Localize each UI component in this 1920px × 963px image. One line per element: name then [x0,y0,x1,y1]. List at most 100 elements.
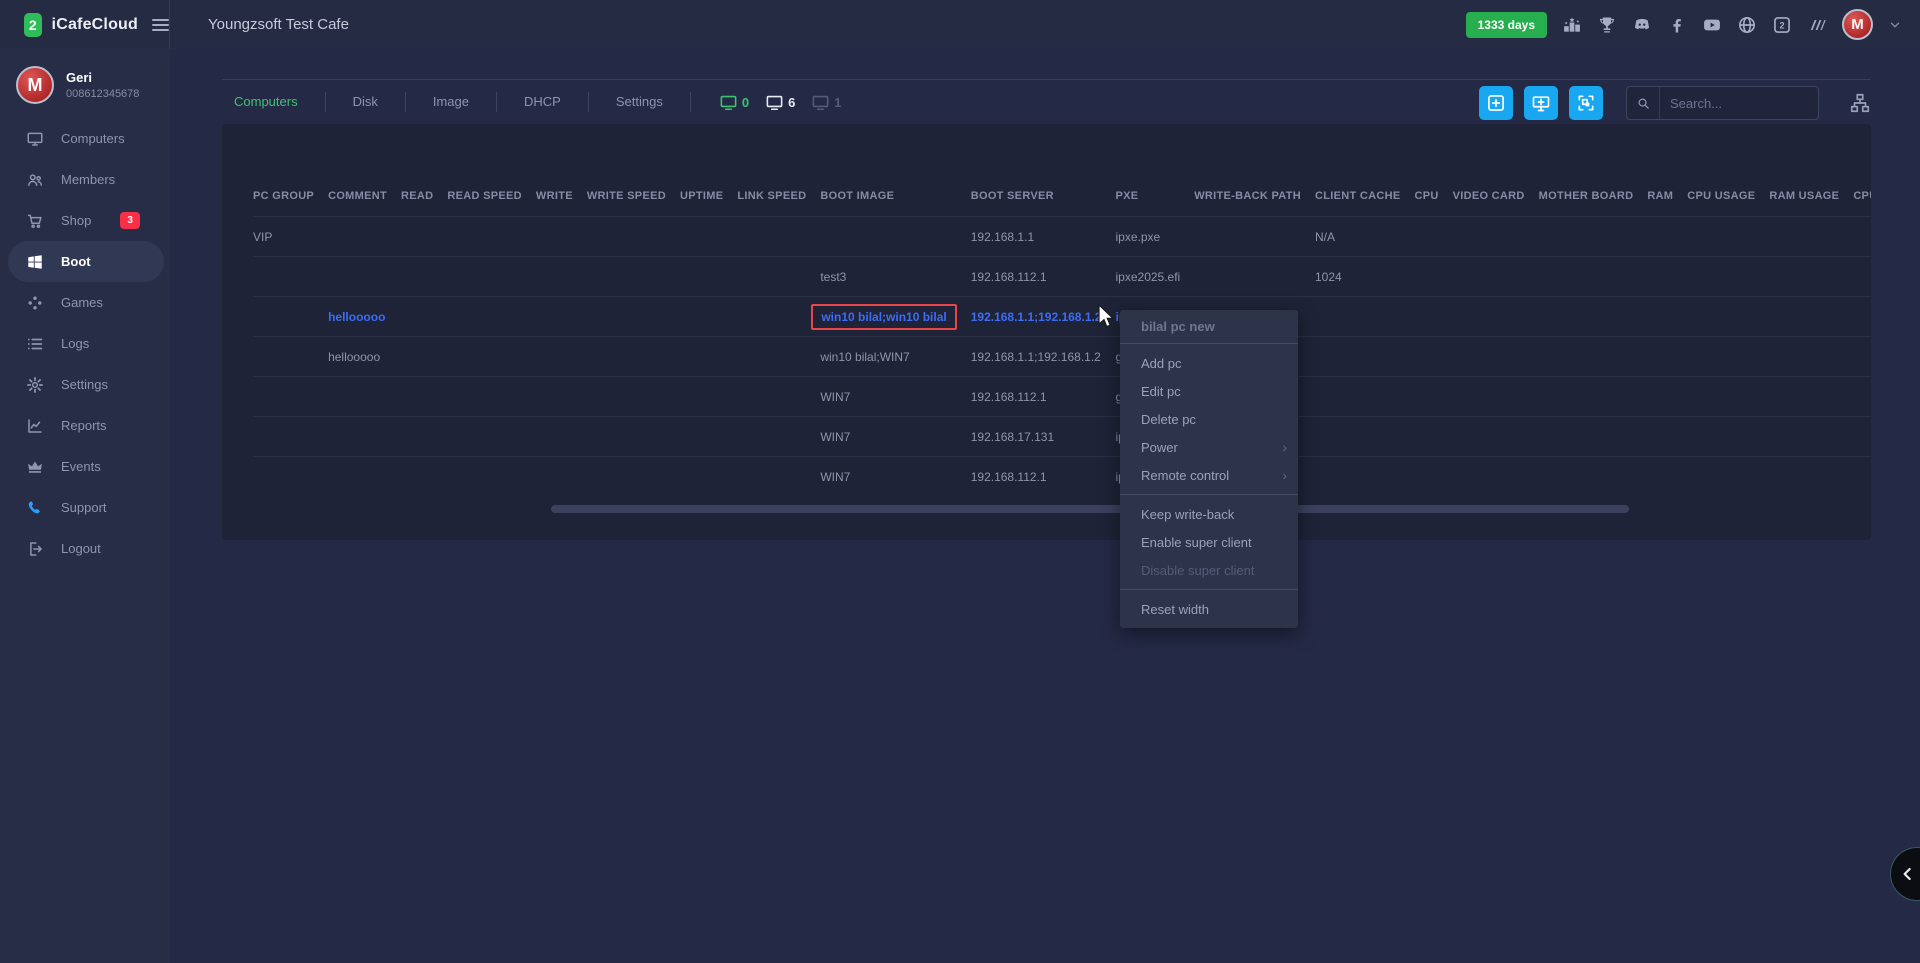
table-cell[interactable] [1687,297,1769,337]
column-header[interactable]: WRITE [536,176,587,217]
table-cell[interactable] [737,337,820,377]
add-button[interactable] [1479,86,1513,120]
context-menu-item-edit-pc[interactable]: Edit pc [1120,377,1298,405]
table-cell[interactable] [401,417,447,457]
table-cell[interactable] [328,217,401,257]
table-cell[interactable] [680,257,737,297]
table-cell[interactable] [1414,217,1452,257]
table-cell[interactable]: hellooooo [328,297,401,337]
table-cell[interactable] [447,457,536,497]
context-menu-item-add-pc[interactable]: Add pc [1120,349,1298,377]
column-header[interactable]: READ [401,176,447,217]
table-row[interactable]: hellooooowin10 bilal;WIN7192.168.1.1;192… [253,337,1871,377]
sidebar-item-shop[interactable]: Shop3 [0,200,170,241]
table-cell[interactable] [1315,457,1415,497]
table-cell[interactable] [1414,337,1452,377]
table-cell[interactable] [536,377,587,417]
table-cell[interactable] [1539,417,1648,457]
table-cell[interactable]: 192.168.1.1;192.168.1.2 [971,297,1116,337]
table-row[interactable]: test3192.168.112.1ipxe2025.efi1024 [253,257,1871,297]
monitor-counter[interactable]: 1 [811,93,841,112]
table-cell[interactable] [1539,457,1648,497]
table-cell[interactable] [1769,337,1853,377]
table-cell[interactable]: WIN7 [820,457,970,497]
table-cell[interactable] [1769,217,1853,257]
table-cell[interactable] [1453,457,1539,497]
table-cell[interactable] [587,297,680,337]
table-cell[interactable] [1539,377,1648,417]
table-cell[interactable] [1853,377,1871,417]
monitor-counter[interactable]: 0 [719,93,749,112]
table-cell[interactable] [447,377,536,417]
table-cell[interactable] [1539,337,1648,377]
table-cell[interactable] [253,297,328,337]
table-cell[interactable]: 192.168.112.1 [971,457,1116,497]
table-cell[interactable] [1769,377,1853,417]
youtube-icon[interactable] [1702,15,1722,35]
column-header[interactable]: WRITE SPEED [587,176,680,217]
table-cell[interactable] [587,457,680,497]
column-header[interactable]: CPU [1414,176,1452,217]
trophy-icon[interactable] [1597,15,1617,35]
table-cell[interactable] [253,417,328,457]
table-cell[interactable] [1769,417,1853,457]
table-cell[interactable]: hellooooo [328,337,401,377]
table-cell[interactable] [1647,417,1687,457]
sidebar-item-logout[interactable]: Logout [0,528,170,569]
table-cell[interactable] [1853,217,1871,257]
table-cell[interactable]: win10 bilal;WIN7 [820,337,970,377]
table-cell[interactable] [1453,257,1539,297]
table-cell[interactable] [587,257,680,297]
sidebar-item-logs[interactable]: Logs [0,323,170,364]
table-cell[interactable] [447,337,536,377]
table-cell[interactable] [1453,337,1539,377]
table-cell[interactable] [1453,417,1539,457]
table-cell[interactable] [253,457,328,497]
table-cell[interactable] [401,217,447,257]
table-cell[interactable] [737,297,820,337]
table-cell[interactable] [536,337,587,377]
table-cell[interactable]: ipxe.pxe [1116,217,1195,257]
table-cell[interactable] [1647,337,1687,377]
table-cell[interactable] [1647,217,1687,257]
table-cell[interactable] [680,297,737,337]
column-header[interactable]: COMMENT [328,176,401,217]
youngzsoft-icon[interactable] [1807,15,1827,35]
table-cell[interactable]: N/A [1315,217,1415,257]
context-menu-item-enable-super-client[interactable]: Enable super client [1120,528,1298,556]
table-cell[interactable] [1194,217,1315,257]
table-cell[interactable] [1539,217,1648,257]
search-input[interactable] [1660,96,1818,111]
table-cell[interactable]: 192.168.1.1 [971,217,1116,257]
table-cell[interactable] [680,457,737,497]
sidebar-item-games[interactable]: Games [0,282,170,323]
table-cell[interactable] [401,257,447,297]
table-cell[interactable] [447,297,536,337]
column-header[interactable]: PXE [1116,176,1195,217]
sidebar-user[interactable]: M Geri 008612345678 [0,49,170,118]
table-cell[interactable] [536,257,587,297]
sidebar-item-boot[interactable]: Boot [8,241,164,282]
table-cell[interactable] [1414,417,1452,457]
column-header[interactable]: CLIENT CACHE [1315,176,1415,217]
column-header[interactable]: READ SPEED [447,176,536,217]
column-header[interactable]: UPTIME [680,176,737,217]
context-menu-item-delete-pc[interactable]: Delete pc [1120,405,1298,433]
table-row[interactable]: hellooooowin10 bilal;win10 bilal192.168.… [253,297,1871,337]
table-cell[interactable] [1414,297,1452,337]
table-cell[interactable] [1647,377,1687,417]
column-header[interactable]: WRITE-BACK PATH [1194,176,1315,217]
table-cell[interactable] [1853,257,1871,297]
sidebar-item-computers[interactable]: Computers [0,118,170,159]
table-cell[interactable] [1687,257,1769,297]
table-cell[interactable] [587,377,680,417]
column-header[interactable]: VIDEO CARD [1453,176,1539,217]
table-cell[interactable] [1315,297,1415,337]
monitor-counter[interactable]: 6 [765,93,795,112]
column-header[interactable]: BOOT IMAGE [820,176,970,217]
column-header[interactable]: RAM [1647,176,1687,217]
table-cell[interactable] [1453,217,1539,257]
table-cell[interactable] [401,457,447,497]
tab-dhcp[interactable]: DHCP [497,92,589,112]
table-row[interactable]: WIN7192.168.112.1ipxex.pxe [253,457,1871,497]
